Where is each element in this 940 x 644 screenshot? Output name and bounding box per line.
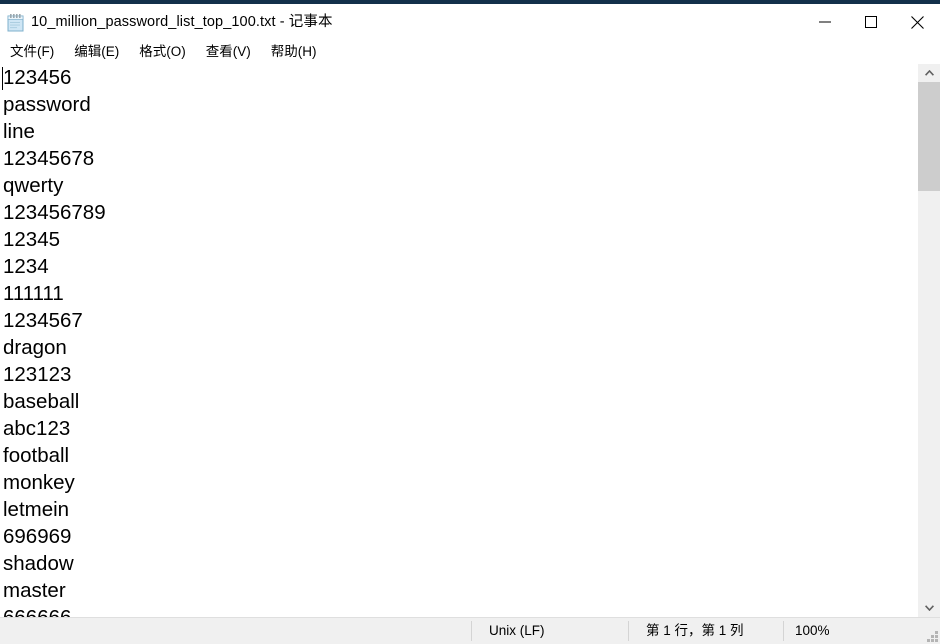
text-line: abc123 (3, 417, 71, 440)
menu-bar: 文件(F) 编辑(E) 格式(O) 查看(V) 帮助(H) (0, 40, 940, 64)
menu-item-edit[interactable]: 编辑(E) (70, 41, 123, 63)
text-line: 666666 (0, 604, 917, 617)
notepad-window: 10_million_password_list_top_100.txt - 记… (0, 0, 940, 644)
status-separator-3 (783, 621, 784, 641)
menu-item-format[interactable]: 格式(O) (135, 41, 190, 63)
text-line: football (3, 444, 70, 467)
status-bar: Unix (LF) 第 1 行，第 1 列 100% (0, 617, 940, 644)
status-separator-2 (628, 621, 629, 641)
vertical-scrollbar[interactable] (917, 64, 940, 617)
window-controls (802, 4, 940, 40)
maximize-button[interactable] (848, 4, 894, 40)
menu-item-help[interactable]: 帮助(H) (267, 41, 321, 63)
text-line: 111111 (3, 282, 64, 305)
text-line: 123456 (3, 66, 72, 89)
status-separator-1 (471, 621, 472, 641)
document-text[interactable]: 123456 password line 12345678 qwerty 12345678… (0, 64, 917, 617)
text-line: monkey (3, 471, 75, 494)
text-line: 1234 (3, 255, 49, 278)
scroll-down-button[interactable] (918, 599, 940, 617)
status-zoom-level[interactable]: 100% (795, 618, 830, 644)
scroll-up-button[interactable] (918, 64, 940, 82)
text-line: 12345 (3, 228, 61, 251)
text-line: baseball (3, 390, 80, 413)
text-line: 696969 (3, 525, 72, 548)
text-line: 123123 (3, 363, 72, 386)
text-line: 1234567 (3, 309, 83, 332)
text-line: 123456789 (3, 201, 106, 224)
notepad-icon (7, 13, 25, 32)
window-title: 10_million_password_list_top_100.txt - 记… (31, 14, 333, 30)
text-line: 12345678 (3, 147, 95, 170)
text-line: letmein (3, 498, 70, 521)
text-line: dragon (3, 336, 67, 359)
text-line: line (3, 120, 35, 143)
scrollbar-thumb[interactable] (918, 82, 940, 191)
minimize-button[interactable] (802, 4, 848, 40)
resize-grip[interactable] (926, 630, 938, 642)
text-editor-area[interactable]: 123456 password line 12345678 qwerty 12345678… (0, 64, 917, 617)
status-line-ending[interactable]: Unix (LF) (489, 618, 545, 644)
menu-item-view[interactable]: 查看(V) (202, 41, 255, 63)
menu-item-file[interactable]: 文件(F) (6, 41, 58, 63)
text-line: password (3, 93, 91, 116)
title-bar[interactable]: 10_million_password_list_top_100.txt - 记… (0, 4, 940, 40)
text-line: shadow (3, 552, 74, 575)
text-line: master (3, 579, 66, 602)
status-cursor-position: 第 1 行，第 1 列 (646, 623, 744, 638)
text-line: qwerty (3, 174, 64, 197)
close-button[interactable] (894, 4, 940, 40)
